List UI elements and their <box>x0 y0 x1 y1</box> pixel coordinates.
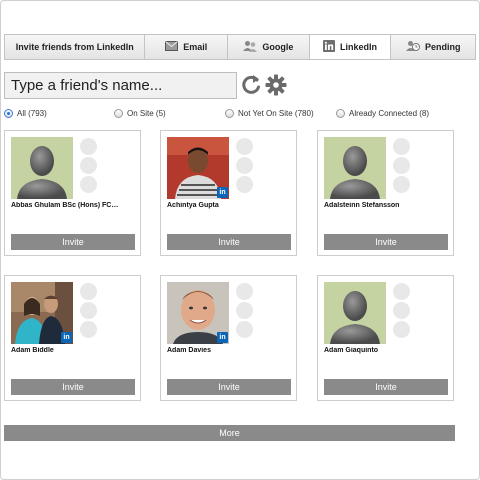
filter-on-site[interactable]: On Site (5) <box>114 109 166 118</box>
contact-name: Adam Davies <box>167 347 211 354</box>
filter-all[interactable]: All (793) <box>4 109 47 118</box>
action-circle[interactable] <box>80 157 97 174</box>
filter-all-label: All (793) <box>17 109 47 118</box>
tab-bar-title: Invite friends from LinkedIn <box>5 35 146 59</box>
avatar-photo: in <box>167 282 229 344</box>
action-circle[interactable] <box>236 302 253 319</box>
filter-already-connected[interactable]: Already Connected (8) <box>336 109 429 118</box>
radio[interactable] <box>336 109 345 118</box>
action-circle[interactable] <box>393 176 410 193</box>
contact-card: Adam Giaquinto Invite <box>317 275 454 401</box>
filter-already-connected-label: Already Connected (8) <box>349 109 430 118</box>
tab-google-label: Google <box>262 42 294 52</box>
avatar-photo: in <box>167 137 229 199</box>
contact-card: in Achintya Gupta Invite <box>160 130 297 256</box>
action-circle[interactable] <box>393 138 410 155</box>
tab-linkedin-label: LinkedIn <box>340 42 378 52</box>
tab-bar: Invite friends from LinkedIn Email Googl… <box>4 34 476 60</box>
contact-name: Achintya Gupta <box>167 202 219 209</box>
more-button[interactable]: More <box>4 425 455 441</box>
linkedin-badge-icon: in <box>217 332 228 343</box>
action-circle[interactable] <box>80 283 97 300</box>
action-circle[interactable] <box>236 138 253 155</box>
action-circle[interactable] <box>80 176 97 193</box>
contact-name: Adam Biddle <box>11 347 54 354</box>
action-circle[interactable] <box>236 176 253 193</box>
radio[interactable] <box>114 109 123 118</box>
action-circle[interactable] <box>80 138 97 155</box>
action-circle[interactable] <box>393 283 410 300</box>
contact-name: Adam Giaquinto <box>324 347 379 354</box>
refresh-icon[interactable] <box>241 74 261 96</box>
invite-button[interactable]: Invite <box>167 234 291 250</box>
filter-not-yet-on-site-label: Not Yet On Site (780) <box>238 109 314 118</box>
contact-card: Adalsteinn Stefansson Invite <box>317 130 454 256</box>
action-circle[interactable] <box>236 321 253 338</box>
contact-name: Adalsteinn Stefansson <box>324 202 400 209</box>
avatar-placeholder <box>11 137 73 199</box>
action-circle[interactable] <box>236 283 253 300</box>
action-circle[interactable] <box>393 157 410 174</box>
gear-icon[interactable] <box>265 74 287 96</box>
invite-button[interactable]: Invite <box>11 379 135 395</box>
contact-card: in Adam Davies Invite <box>160 275 297 401</box>
invite-button[interactable]: Invite <box>167 379 291 395</box>
filter-not-yet-on-site[interactable]: Not Yet On Site (780) <box>225 109 314 118</box>
envelope-icon <box>165 41 179 53</box>
action-circle[interactable] <box>80 321 97 338</box>
invite-button[interactable]: Invite <box>324 379 448 395</box>
linkedin-badge-icon: in <box>217 187 228 198</box>
tab-email[interactable]: Email <box>145 35 229 59</box>
action-circle[interactable] <box>393 302 410 319</box>
contact-card: in Adam Biddle Invite <box>4 275 141 401</box>
avatar-placeholder <box>324 137 386 199</box>
invite-button[interactable]: Invite <box>11 234 135 250</box>
action-circle[interactable] <box>236 157 253 174</box>
tab-pending[interactable]: Pending <box>391 35 476 59</box>
avatar-placeholder <box>324 282 386 344</box>
linkedin-badge-icon: in <box>61 332 72 343</box>
tab-bar-title-label: Invite friends from LinkedIn <box>15 42 134 52</box>
invite-button[interactable]: Invite <box>324 234 448 250</box>
contact-card: Abbas Ghulam BSc (Hons) FC… Invite <box>4 130 141 256</box>
action-circle[interactable] <box>393 321 410 338</box>
avatar-photo: in <box>11 282 73 344</box>
friend-search-input[interactable] <box>4 72 237 99</box>
contact-name: Abbas Ghulam BSc (Hons) FC… <box>11 202 119 209</box>
tab-email-label: Email <box>183 42 208 52</box>
pending-people-icon <box>405 40 420 54</box>
linkedin-icon <box>323 40 336 54</box>
action-circle[interactable] <box>80 302 97 319</box>
tab-google[interactable]: Google <box>228 35 310 59</box>
tab-pending-label: Pending <box>424 42 461 52</box>
people-icon <box>243 40 258 54</box>
radio[interactable] <box>225 109 234 118</box>
tab-linkedin[interactable]: LinkedIn <box>309 35 392 59</box>
filter-on-site-label: On Site (5) <box>127 109 166 118</box>
radio-selected[interactable] <box>4 109 13 118</box>
